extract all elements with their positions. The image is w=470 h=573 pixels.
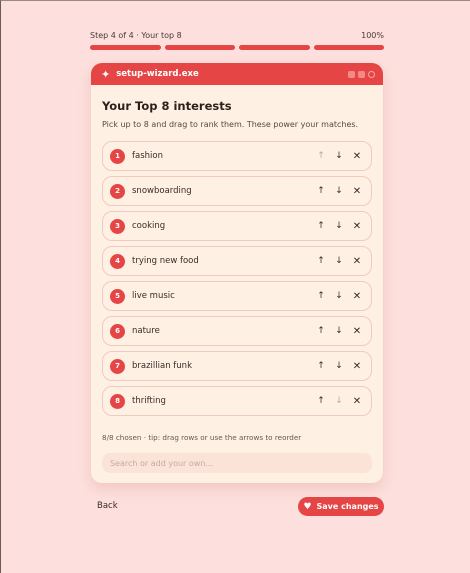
progress-segment xyxy=(164,45,235,50)
progress-segment xyxy=(313,45,384,50)
move-up-icon: ↑ xyxy=(317,151,325,161)
search-input[interactable] xyxy=(102,453,372,473)
interest-row[interactable]: 1 fashion ↑ ↓ ✕ xyxy=(102,141,372,171)
move-up-icon[interactable]: ↑ xyxy=(315,220,327,232)
window-title: setup-wizard.exe xyxy=(116,69,199,79)
interest-label: cooking xyxy=(132,221,166,231)
maximize-button[interactable] xyxy=(358,70,365,78)
move-up-icon[interactable]: ↑ xyxy=(315,360,327,372)
move-down-icon[interactable]: ↓ xyxy=(333,290,345,302)
progress-segment xyxy=(90,45,161,50)
rank-badge: 2 xyxy=(110,183,125,199)
row-controls: ↑ ↓ ✕ xyxy=(315,150,363,162)
rank-badge: 7 xyxy=(110,358,125,374)
step-label: Step 4 of 4 · Your top 8 xyxy=(90,31,182,40)
move-down-icon[interactable]: ↓ xyxy=(333,255,345,267)
progress-segment xyxy=(239,45,310,50)
wizard-window: ✦ setup-wizard.exe Your Top 8 interests … xyxy=(91,63,383,483)
heart-icon: ♥ xyxy=(303,501,312,512)
remove-icon[interactable]: ✕ xyxy=(351,150,363,162)
remove-icon[interactable]: ✕ xyxy=(351,290,363,302)
row-controls: ↑ ↓ ✕ xyxy=(315,290,363,302)
page-subtitle: Pick up to 8 and drag to rank them. Thes… xyxy=(102,120,359,129)
interest-label: thrifting xyxy=(132,396,166,406)
remove-icon[interactable]: ✕ xyxy=(351,360,363,372)
rank-badge: 3 xyxy=(110,218,125,234)
progress-header: Step 4 of 4 · Your top 8 100% xyxy=(90,31,384,40)
title-bar: ✦ setup-wizard.exe xyxy=(91,63,383,85)
interest-list: 1 fashion ↑ ↓ ✕ 2 snowboarding ↑ ↓ ✕ 3 c… xyxy=(102,141,372,416)
interest-label: fashion xyxy=(132,151,163,161)
remove-icon[interactable]: ✕ xyxy=(351,395,363,407)
remove-icon[interactable]: ✕ xyxy=(351,185,363,197)
save-label: Save changes xyxy=(316,502,379,511)
interest-row[interactable]: 7 brazillian funk ↑ ↓ ✕ xyxy=(102,351,372,381)
interest-row[interactable]: 4 trying new food ↑ ↓ ✕ xyxy=(102,246,372,276)
rank-badge: 4 xyxy=(110,253,125,269)
wizard-content: Your Top 8 interests Pick up to 8 and dr… xyxy=(91,85,383,473)
minimize-button[interactable] xyxy=(348,70,355,78)
sparkle-icon: ✦ xyxy=(101,67,111,81)
rank-badge: 1 xyxy=(110,148,125,164)
selection-hint: 8/8 chosen · tip: drag rows or use the a… xyxy=(102,433,302,442)
rank-badge: 8 xyxy=(110,393,125,409)
row-controls: ↑ ↓ ✕ xyxy=(315,220,363,232)
rank-badge: 5 xyxy=(110,288,125,304)
move-up-icon[interactable]: ↑ xyxy=(315,255,327,267)
move-up-icon[interactable]: ↑ xyxy=(315,290,327,302)
move-up-icon[interactable]: ↑ xyxy=(315,325,327,337)
move-up-icon[interactable]: ↑ xyxy=(315,185,327,197)
interest-label: live music xyxy=(132,291,175,301)
interest-row[interactable]: 3 cooking ↑ ↓ ✕ xyxy=(102,211,372,241)
row-controls: ↑ ↓ ✕ xyxy=(315,325,363,337)
interest-label: brazillian funk xyxy=(132,361,192,371)
progress-bar xyxy=(90,45,384,50)
remove-icon[interactable]: ✕ xyxy=(351,325,363,337)
window-controls xyxy=(348,70,375,78)
move-down-icon[interactable]: ↓ xyxy=(333,325,345,337)
move-down-icon[interactable]: ↓ xyxy=(333,150,345,162)
page-title: Your Top 8 interests xyxy=(102,99,232,113)
move-down-icon[interactable]: ↓ xyxy=(333,220,345,232)
remove-icon[interactable]: ✕ xyxy=(351,220,363,232)
move-up-icon[interactable]: ↑ xyxy=(315,395,327,407)
save-button[interactable]: ♥ Save changes xyxy=(298,497,384,516)
interest-row[interactable]: 6 nature ↑ ↓ ✕ xyxy=(102,316,372,346)
row-controls: ↑ ↓ ✕ xyxy=(315,360,363,372)
back-button[interactable]: Back xyxy=(97,501,118,511)
move-down-icon[interactable]: ↓ xyxy=(333,185,345,197)
rank-badge: 6 xyxy=(110,323,125,339)
interest-row[interactable]: 5 live music ↑ ↓ ✕ xyxy=(102,281,372,311)
interest-label: trying new food xyxy=(132,256,199,266)
row-controls: ↑ ↓ ✕ xyxy=(315,185,363,197)
interest-label: snowboarding xyxy=(132,186,192,196)
remove-icon[interactable]: ✕ xyxy=(351,255,363,267)
progress-percent: 100% xyxy=(361,31,384,40)
move-down-icon: ↓ xyxy=(335,396,343,406)
row-controls: ↑ ↓ ✕ xyxy=(315,255,363,267)
interest-row[interactable]: 2 snowboarding ↑ ↓ ✕ xyxy=(102,176,372,206)
interest-row[interactable]: 8 thrifting ↑ ↓ ✕ xyxy=(102,386,372,416)
row-controls: ↑ ↓ ✕ xyxy=(315,395,363,407)
close-button[interactable] xyxy=(368,70,375,78)
move-down-icon[interactable]: ↓ xyxy=(333,360,345,372)
interest-label: nature xyxy=(132,326,160,336)
